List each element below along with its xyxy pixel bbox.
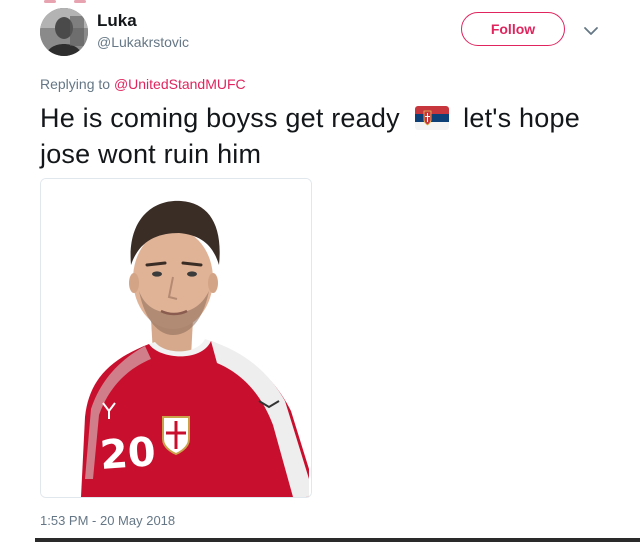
top-edge-remnant — [0, 0, 640, 3]
author-handle[interactable]: @Lukakrstovic — [97, 34, 189, 50]
player-photo: 20 — [41, 179, 311, 497]
replying-to-label: Replying to — [40, 76, 111, 92]
tweet-text: He is coming boyss get ready let's hope … — [40, 100, 620, 172]
tweet-text-part-1: He is coming boyss get ready — [40, 103, 400, 133]
serbia-flag-icon — [415, 106, 450, 130]
tweet-media-image[interactable]: 20 — [40, 178, 312, 498]
next-tweet-edge — [35, 538, 640, 542]
avatar-photo — [40, 8, 88, 56]
top-edge-remnant-mark — [44, 0, 56, 3]
tweet-timestamp[interactable]: 1:53 PM - 20 May 2018 — [40, 513, 175, 528]
author-name[interactable]: Luka — [97, 11, 137, 31]
chevron-down-icon[interactable] — [582, 22, 600, 40]
follow-button[interactable]: Follow — [461, 12, 565, 46]
top-edge-remnant-mark — [74, 0, 86, 3]
mention-link[interactable]: @UnitedStandMUFC — [114, 76, 246, 92]
jersey-number: 20 — [98, 429, 157, 479]
replying-to: Replying to @UnitedStandMUFC — [40, 76, 246, 92]
avatar[interactable] — [40, 8, 88, 56]
